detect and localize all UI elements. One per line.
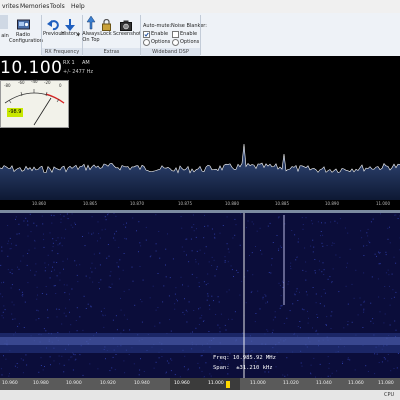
tuning-marker (226, 381, 230, 388)
axis-tick-label: 10.900 (66, 381, 82, 386)
always-on-top-button[interactable]: Always On Top (82, 31, 100, 43)
history-arrow-icon (65, 16, 75, 31)
status-bar: CPU (0, 390, 400, 400)
axis-tick-label: 10.960 (174, 381, 190, 386)
axis-tick-label: 10.920 (100, 381, 116, 386)
auto-mute-options-button[interactable]: Options (151, 39, 170, 45)
auto-mute-enable-label: Enable (151, 31, 169, 37)
noise-blanker-enable-checkbox[interactable] (172, 31, 179, 38)
axis-tick-label: 11.020 (283, 381, 299, 386)
menu-item-memories[interactable]: Memories (20, 0, 49, 13)
group-label-rx-frequency: RX Frequency (42, 48, 82, 56)
tooltip-span-value: ±31.210 kHz (236, 365, 273, 371)
group-separator (200, 15, 201, 55)
spectrum-tick-label: 11.000 (376, 201, 390, 206)
gear-icon[interactable] (172, 39, 179, 46)
lock-button[interactable]: Lock (99, 31, 113, 37)
menu-item-favorites[interactable]: vrites (2, 0, 19, 13)
spectrum-tick-label: 10.885 (275, 201, 289, 206)
noise-blanker-label: Noise Blanker: (171, 23, 207, 29)
spectrum-panel[interactable]: 10.100 RX 1 AM +/- 2477 Hz -80 -60 -40 -… (0, 56, 400, 206)
undo-arrow-icon (47, 16, 59, 31)
radio-config-icon (17, 16, 30, 30)
tooltip-span-label: Span: (213, 365, 230, 371)
axis-tick-label: 11.000 (250, 381, 266, 386)
group-label-extras: Extras (83, 48, 140, 56)
axis-tick-label: 10.980 (33, 381, 49, 386)
auto-mute-enable-checkbox[interactable] (143, 31, 150, 38)
spectrum-axis: 10.860 10.865 10.870 10.875 10.880 10.88… (0, 200, 400, 210)
axis-tick-label: 10.960 (2, 381, 18, 386)
cpu-label: CPU (384, 392, 395, 398)
waterfall-tooltip: Freq: 10.985.92 MHz Span: ±31.210 kHz (213, 353, 333, 373)
ribbon-toolbar: ain Radio Configuration Previous History… (0, 13, 400, 57)
spectrum-tick-label: 10.890 (325, 201, 339, 206)
menu-bar: vrites Memories Tools Help (0, 0, 400, 14)
waterfall-image (0, 213, 400, 378)
auto-mute-label: Auto-mute: (143, 23, 172, 29)
lock-icon (102, 16, 111, 31)
group-label-wideband-dsp: Wideband DSP (141, 48, 200, 56)
axis-tick-label: 11.060 (348, 381, 364, 386)
axis-tick-label: 11.000 (208, 381, 224, 386)
radio-config-button[interactable]: Radio Configuration (9, 32, 43, 44)
axis-tick-label: 11.080 (378, 381, 394, 386)
menu-item-tools[interactable]: Tools (50, 0, 65, 13)
noise-blanker-options-button[interactable]: Options (180, 39, 199, 45)
tooltip-freq-value: 10.985.92 MHz (232, 355, 276, 361)
waterfall-display[interactable]: Freq: 10.985.92 MHz Span: ±31.210 kHz (0, 213, 400, 378)
frequency-axis[interactable]: 10.960 10.980 10.900 10.920 10.940 10.96… (0, 378, 400, 390)
axis-tick-label: 10.940 (134, 381, 150, 386)
camera-icon (120, 16, 132, 31)
spectrum-tick-label: 10.860 (32, 201, 46, 206)
pin-icon (86, 15, 96, 30)
menu-item-help[interactable]: Help (71, 0, 85, 13)
gear-icon[interactable] (143, 39, 150, 46)
axis-tick-label: 11.040 (316, 381, 332, 386)
spectrum-tick-label: 10.865 (83, 201, 97, 206)
tooltip-freq-label: Freq: (213, 355, 230, 361)
gain-icon (0, 15, 8, 29)
previous-button[interactable]: Previous (43, 31, 64, 37)
screenshot-button[interactable]: Screenshot (113, 31, 141, 37)
spectrum-tick-label: 10.875 (178, 201, 192, 206)
spectrum-trace (0, 143, 400, 206)
spectrum-tick-label: 10.880 (225, 201, 239, 206)
spectrum-tick-label: 10.870 (130, 201, 144, 206)
noise-blanker-enable-label: Enable (180, 31, 198, 37)
